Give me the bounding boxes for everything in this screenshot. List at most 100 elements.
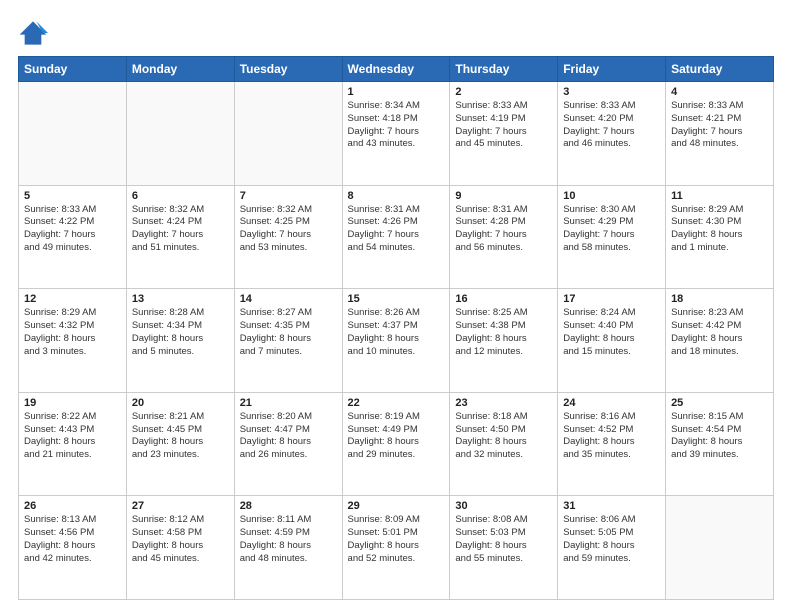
day-info: Sunrise: 8:33 AMSunset: 4:21 PMDaylight:… [671,100,768,151]
day-info: Sunrise: 8:31 AMSunset: 4:26 PMDaylight:… [348,204,445,255]
calendar-cell: 15 Sunrise: 8:26 AMSunset: 4:37 PMDayligh… [342,289,450,393]
day-number: 11 [671,190,768,202]
day-info: Sunrise: 8:20 AMSunset: 4:47 PMDaylight:… [240,411,337,462]
calendar-table: SundayMondayTuesdayWednesdayThursdayFrid… [18,56,774,600]
day-info: Sunrise: 8:25 AMSunset: 4:38 PMDaylight:… [455,307,552,358]
day-info: Sunrise: 8:18 AMSunset: 4:50 PMDaylight:… [455,411,552,462]
calendar-week-row: 26 Sunrise: 8:13 AMSunset: 4:56 PMDayligh… [19,496,774,600]
day-info: Sunrise: 8:31 AMSunset: 4:28 PMDaylight:… [455,204,552,255]
day-number: 22 [348,397,445,409]
weekday-header: Sunday [19,57,127,82]
calendar-cell: 6 Sunrise: 8:32 AMSunset: 4:24 PMDaylight… [126,185,234,289]
calendar-cell: 31Sunrise: 8:06 AMSunset: 5:05 PMDayligh… [558,496,666,600]
day-number: 27 [132,500,229,512]
weekday-header: Thursday [450,57,558,82]
day-info: Sunrise: 8:22 AMSunset: 4:43 PMDaylight:… [24,411,121,462]
day-info: Sunrise: 8:23 AMSunset: 4:42 PMDaylight:… [671,307,768,358]
day-info: Sunrise: 8:29 AMSunset: 4:30 PMDaylight:… [671,204,768,255]
day-info: Sunrise: 8:11 AMSunset: 4:59 PMDaylight:… [240,514,337,565]
day-number: 9 [455,190,552,202]
day-number: 26 [24,500,121,512]
day-info: Sunrise: 8:19 AMSunset: 4:49 PMDaylight:… [348,411,445,462]
day-number: 31 [563,500,660,512]
calendar-cell: 26 Sunrise: 8:13 AMSunset: 4:56 PMDayligh… [19,496,127,600]
calendar-cell: 19 Sunrise: 8:22 AMSunset: 4:43 PMDayligh… [19,392,127,496]
day-info: Sunrise: 8:29 AMSunset: 4:32 PMDaylight:… [24,307,121,358]
calendar-week-row: 1Sunrise: 8:34 AMSunset: 4:18 PMDaylight… [19,82,774,186]
calendar-cell: 16 Sunrise: 8:25 AMSunset: 4:38 PMDayligh… [450,289,558,393]
calendar-week-row: 12 Sunrise: 8:29 AMSunset: 4:32 PMDayligh… [19,289,774,393]
calendar-cell: 5 Sunrise: 8:33 AMSunset: 4:22 PMDaylight… [19,185,127,289]
calendar-cell: 14 Sunrise: 8:27 AMSunset: 4:35 PMDayligh… [234,289,342,393]
day-info: Sunrise: 8:33 AMSunset: 4:19 PMDaylight:… [455,100,552,151]
day-number: 15 [348,293,445,305]
day-number: 10 [563,190,660,202]
day-info: Sunrise: 8:09 AMSunset: 5:01 PMDaylight:… [348,514,445,565]
calendar-cell: 3 Sunrise: 8:33 AMSunset: 4:20 PMDaylight… [558,82,666,186]
day-number: 4 [671,86,768,98]
day-number: 25 [671,397,768,409]
calendar-cell: 10 Sunrise: 8:30 AMSunset: 4:29 PMDayligh… [558,185,666,289]
day-number: 23 [455,397,552,409]
calendar-cell: 28Sunrise: 8:11 AMSunset: 4:59 PMDayligh… [234,496,342,600]
calendar-cell: 12 Sunrise: 8:29 AMSunset: 4:32 PMDayligh… [19,289,127,393]
calendar-cell: 9 Sunrise: 8:31 AMSunset: 4:28 PMDaylight… [450,185,558,289]
day-number: 29 [348,500,445,512]
day-number: 30 [455,500,552,512]
calendar-cell [19,82,127,186]
day-info: Sunrise: 8:32 AMSunset: 4:25 PMDaylight:… [240,204,337,255]
logo [18,18,52,48]
weekday-header: Monday [126,57,234,82]
day-number: 21 [240,397,337,409]
calendar-cell: 24Sunrise: 8:16 AMSunset: 4:52 PMDayligh… [558,392,666,496]
day-info: Sunrise: 8:13 AMSunset: 4:56 PMDaylight:… [24,514,121,565]
day-info: Sunrise: 8:24 AMSunset: 4:40 PMDaylight:… [563,307,660,358]
page: SundayMondayTuesdayWednesdayThursdayFrid… [0,0,792,612]
calendar-cell [234,82,342,186]
day-info: Sunrise: 8:33 AMSunset: 4:20 PMDaylight:… [563,100,660,151]
calendar-cell [126,82,234,186]
day-info: Sunrise: 8:30 AMSunset: 4:29 PMDaylight:… [563,204,660,255]
calendar-week-row: 19 Sunrise: 8:22 AMSunset: 4:43 PMDayligh… [19,392,774,496]
weekday-header: Saturday [666,57,774,82]
day-info: Sunrise: 8:26 AMSunset: 4:37 PMDaylight:… [348,307,445,358]
calendar-cell: 4 Sunrise: 8:33 AMSunset: 4:21 PMDaylight… [666,82,774,186]
calendar-cell: 11 Sunrise: 8:29 AMSunset: 4:30 PMDayligh… [666,185,774,289]
calendar-cell: 13Sunrise: 8:28 AMSunset: 4:34 PMDayligh… [126,289,234,393]
day-number: 2 [455,86,552,98]
calendar-cell: 18 Sunrise: 8:23 AMSunset: 4:42 PMDayligh… [666,289,774,393]
day-number: 20 [132,397,229,409]
day-number: 17 [563,293,660,305]
day-info: Sunrise: 8:27 AMSunset: 4:35 PMDaylight:… [240,307,337,358]
calendar-week-row: 5 Sunrise: 8:33 AMSunset: 4:22 PMDaylight… [19,185,774,289]
day-number: 14 [240,293,337,305]
calendar-cell: 25Sunrise: 8:15 AMSunset: 4:54 PMDayligh… [666,392,774,496]
day-number: 12 [24,293,121,305]
calendar-cell: 7 Sunrise: 8:32 AMSunset: 4:25 PMDaylight… [234,185,342,289]
day-info: Sunrise: 8:08 AMSunset: 5:03 PMDaylight:… [455,514,552,565]
calendar-cell: 30 Sunrise: 8:08 AMSunset: 5:03 PMDayligh… [450,496,558,600]
day-info: Sunrise: 8:21 AMSunset: 4:45 PMDaylight:… [132,411,229,462]
day-info: Sunrise: 8:33 AMSunset: 4:22 PMDaylight:… [24,204,121,255]
day-number: 6 [132,190,229,202]
calendar-cell: 23 Sunrise: 8:18 AMSunset: 4:50 PMDayligh… [450,392,558,496]
calendar-cell: 21 Sunrise: 8:20 AMSunset: 4:47 PMDayligh… [234,392,342,496]
day-number: 8 [348,190,445,202]
calendar-cell: 1Sunrise: 8:34 AMSunset: 4:18 PMDaylight… [342,82,450,186]
day-number: 19 [24,397,121,409]
day-number: 13 [132,293,229,305]
logo-icon [18,18,48,48]
weekday-header: Friday [558,57,666,82]
day-number: 16 [455,293,552,305]
calendar-cell: 8 Sunrise: 8:31 AMSunset: 4:26 PMDaylight… [342,185,450,289]
day-number: 7 [240,190,337,202]
weekday-header: Tuesday [234,57,342,82]
header [18,18,774,48]
day-number: 3 [563,86,660,98]
day-number: 5 [24,190,121,202]
calendar-cell: 2 Sunrise: 8:33 AMSunset: 4:19 PMDaylight… [450,82,558,186]
day-info: Sunrise: 8:34 AMSunset: 4:18 PMDaylight:… [348,100,445,151]
day-info: Sunrise: 8:32 AMSunset: 4:24 PMDaylight:… [132,204,229,255]
day-info: Sunrise: 8:12 AMSunset: 4:58 PMDaylight:… [132,514,229,565]
day-number: 18 [671,293,768,305]
